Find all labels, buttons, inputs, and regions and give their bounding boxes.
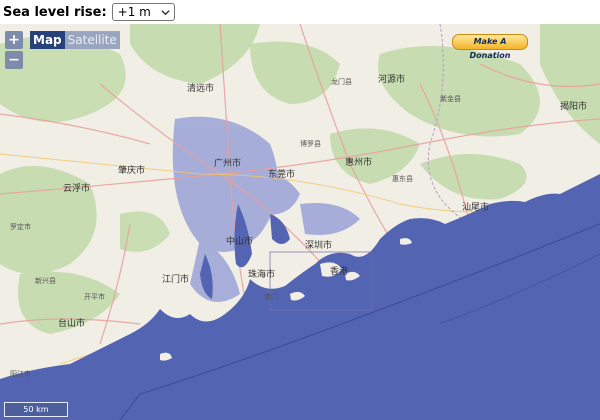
place-label-longmen: 龙门县 <box>331 78 352 86</box>
place-label-jiangmen: 江门市 <box>162 275 190 285</box>
map-basemap <box>0 24 600 420</box>
place-label-huizhou: 惠州市 <box>345 158 373 168</box>
place-label-macau: 澳门 <box>264 293 278 301</box>
scale-bar: 50 km <box>4 402 68 417</box>
place-label-luoding: 罗定市 <box>10 223 31 231</box>
place-label-hongkong: 香港 <box>330 267 349 277</box>
donate-button[interactable]: Make A Donation <box>452 34 528 60</box>
place-label-yunfu: 云浮市 <box>63 184 91 194</box>
sea-level-label: Sea level rise: <box>3 4 107 20</box>
place-label-taishan: 台山市 <box>58 319 86 329</box>
place-label-zhongshan: 中山市 <box>226 237 254 247</box>
chevron-down-icon <box>161 9 170 15</box>
sea-level-value: +1 m <box>117 5 151 19</box>
map-canvas[interactable]: 河源市 清远市 肇庆市 云浮市 广州市 东莞市 惠州市 深圳市 中山市 珠海市 … <box>0 24 600 420</box>
place-label-huidong: 惠东县 <box>392 175 413 183</box>
sea-level-select[interactable]: +1 m <box>111 3 175 21</box>
place-label-zijin: 紫金县 <box>440 95 461 103</box>
place-label-yangjiang: 阳江市 <box>10 370 31 378</box>
map-type-map-button[interactable]: Map <box>30 31 65 49</box>
zoom-in-button[interactable]: + <box>5 31 23 49</box>
zoom-controls: + − <box>5 31 24 71</box>
place-label-boluo: 博罗县 <box>300 140 321 148</box>
place-label-xinxing: 新兴县 <box>35 277 56 285</box>
place-label-shanwei: 汕尾市 <box>462 203 490 213</box>
place-label-dongguan: 东莞市 <box>268 170 296 180</box>
place-label-jieyang: 揭阳市 <box>560 102 588 112</box>
map-type-toggle: Map Satellite <box>30 31 120 49</box>
place-label-kaiping: 开平市 <box>84 293 105 301</box>
place-label-qingyuan: 清远市 <box>187 84 215 94</box>
place-label-guangzhou: 广州市 <box>214 159 242 169</box>
map-type-satellite-button[interactable]: Satellite <box>64 31 120 49</box>
place-label-shenzhen: 深圳市 <box>305 241 333 251</box>
place-label-heyuan: 河源市 <box>378 75 406 85</box>
toolbar: Sea level rise: +1 m <box>0 0 600 24</box>
place-label-zhuhai: 珠海市 <box>248 270 276 280</box>
place-label-zhaoqing: 肇庆市 <box>118 166 146 176</box>
zoom-out-button[interactable]: − <box>5 51 23 69</box>
